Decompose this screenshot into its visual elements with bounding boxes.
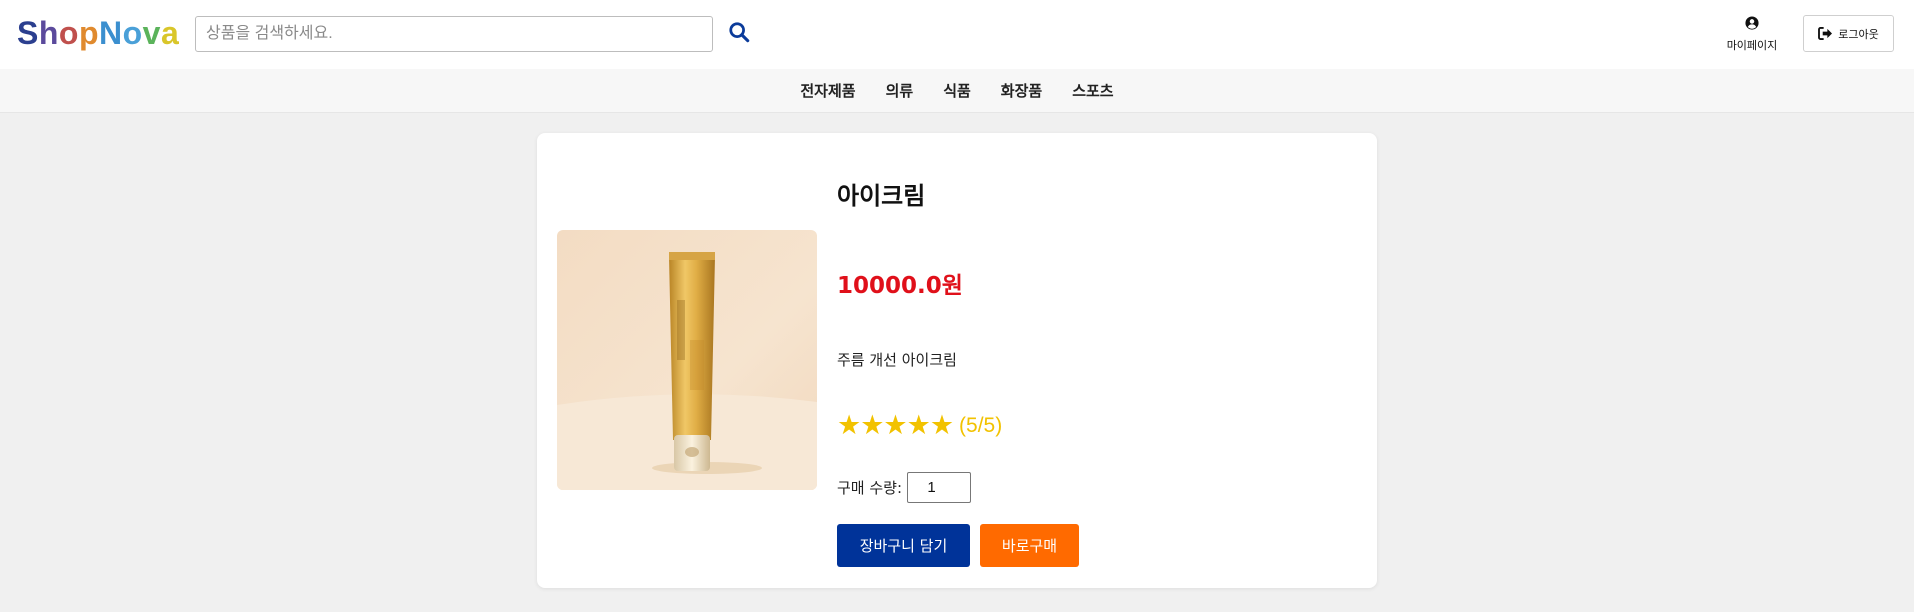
category-link[interactable]: 화장품 (1001, 80, 1042, 101)
logo-letter: v (142, 15, 161, 51)
search-icon (729, 21, 750, 42)
search-input[interactable] (195, 16, 713, 52)
product-title: 아이크림 (837, 182, 926, 210)
shopnova-logo[interactable]: ShopNova (17, 15, 179, 52)
category-link[interactable]: 식품 (943, 80, 971, 101)
product-description: 주름 개선 아이크림 (837, 351, 957, 369)
rating-score: (5/5) (959, 413, 1003, 437)
logo-letter: o (58, 15, 79, 51)
category-link[interactable]: 의류 (886, 80, 914, 101)
user-circle-icon (1745, 16, 1759, 30)
logout-label: 로그아웃 (1838, 27, 1879, 41)
search-button[interactable] (724, 18, 754, 48)
rating-stars: ★★★★★ (837, 410, 954, 441)
logo-letter: h (38, 15, 59, 51)
logout-button[interactable]: 로그아웃 (1803, 15, 1894, 52)
mypage-label: 마이페이지 (1726, 39, 1778, 52)
mypage-link[interactable]: 마이페이지 (1716, 16, 1788, 53)
quantity-row: 구매 수량: (837, 472, 972, 503)
logo-letter: p (78, 15, 99, 51)
logo-letter: N (98, 15, 123, 51)
product-info: 아이크림 10000.0원 주름 개선 아이크림 ★★★★★ (5/5) 구매 … (837, 133, 1337, 588)
quantity-input[interactable] (907, 472, 972, 503)
logo-letter: a (160, 15, 180, 51)
category-link[interactable]: 전자제품 (800, 80, 855, 101)
product-rating: ★★★★★ (5/5) (837, 410, 1002, 441)
sign-out-icon (1818, 27, 1833, 40)
add-to-cart-button[interactable]: 장바구니 담기 (837, 524, 970, 567)
product-image (557, 230, 817, 490)
product-price: 10000.0원 (837, 273, 963, 299)
buy-now-button[interactable]: 바로구매 (980, 524, 1079, 567)
top-header: ShopNova 마이페이지 로그아웃 (0, 0, 1914, 69)
logo-letter: o (122, 15, 143, 51)
logo-letter: S (17, 15, 39, 51)
product-detail-card: 아이크림 10000.0원 주름 개선 아이크림 ★★★★★ (5/5) 구매 … (537, 133, 1377, 588)
category-nav: 전자제품 의류 식품 화장품 스포츠 (0, 69, 1914, 113)
quantity-label: 구매 수량: (837, 479, 903, 497)
category-link[interactable]: 스포츠 (1072, 80, 1113, 101)
